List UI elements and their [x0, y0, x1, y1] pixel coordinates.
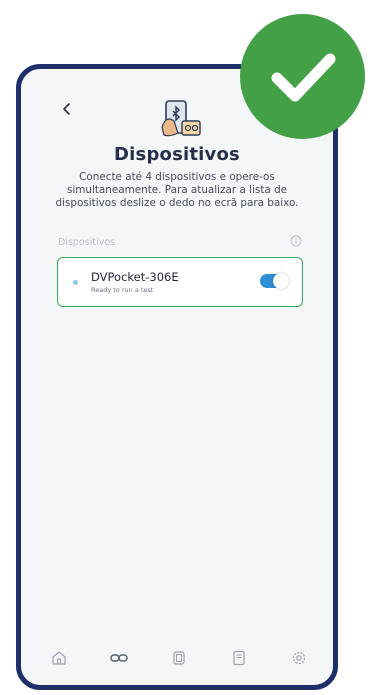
chevron-left-icon [63, 103, 70, 115]
device-name: DVPocket-306E [91, 270, 179, 284]
nav-document[interactable] [228, 647, 250, 669]
screen: Dispositivos Conecte até 4 dispositivos … [0, 0, 390, 695]
nav-settings[interactable] [288, 647, 310, 669]
status-dot-icon [73, 280, 78, 285]
device-toggle[interactable] [260, 273, 289, 289]
page-title: Dispositivos [114, 144, 240, 165]
device-card[interactable]: DVPocket-306E Ready to run a test [57, 257, 303, 307]
devices-header-icon [161, 100, 201, 137]
device-status: Ready to run a test [91, 286, 154, 294]
info-icon[interactable] [290, 235, 302, 247]
page-subtitle: Conecte até 4 dispositivos e opere-os si… [55, 171, 299, 209]
back-button[interactable] [55, 97, 79, 121]
devices-section-label: Dispositivos [58, 237, 116, 248]
bottom-nav [21, 639, 333, 679]
success-badge [240, 14, 365, 139]
nav-link[interactable] [108, 647, 130, 669]
nav-home[interactable] [48, 647, 70, 669]
nav-device[interactable] [168, 647, 190, 669]
toggle-knob [273, 273, 289, 289]
checkmark-icon [271, 53, 336, 102]
phone-frame: Dispositivos Conecte até 4 dispositivos … [16, 64, 338, 690]
home-icon [52, 651, 66, 665]
link-icon [110, 654, 128, 662]
device-icon [173, 651, 185, 665]
document-icon [233, 650, 245, 666]
settings-icon [292, 651, 306, 665]
